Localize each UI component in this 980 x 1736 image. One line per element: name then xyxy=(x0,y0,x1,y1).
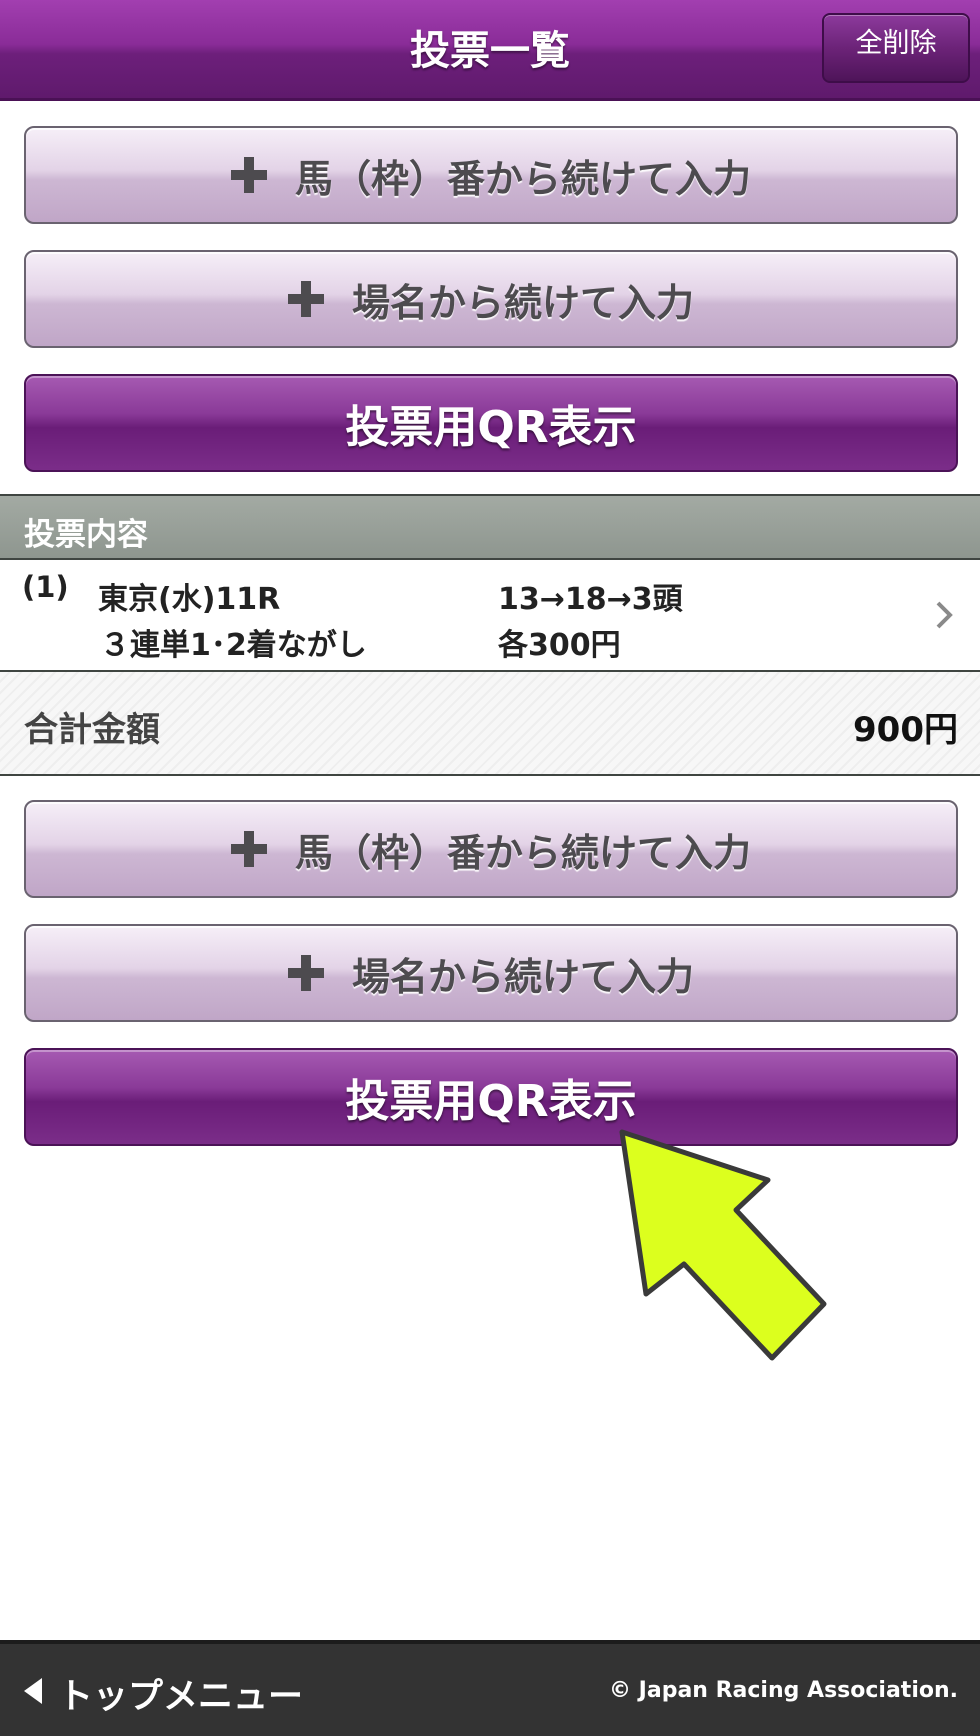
total-label: 合計金額 xyxy=(24,710,160,750)
pointer-arrow-icon xyxy=(619,1129,827,1361)
delete-all-button[interactable]: 全削除 xyxy=(822,13,970,83)
plus-icon xyxy=(230,157,267,193)
header-bar: 投票一覧 全削除 xyxy=(0,0,980,101)
top-menu-link[interactable]: トップメニュー xyxy=(58,1668,303,1719)
show-qr-button[interactable]: 投票用QR表示 xyxy=(24,374,958,472)
chevron-right-icon xyxy=(936,601,953,629)
bet-index: (1) xyxy=(22,570,69,604)
continue-by-number-label: 馬（枠）番から続けて入力 xyxy=(294,830,751,875)
bet-list-item[interactable]: (1) 東京(水)11R ３連単1･2着ながし 13→18→3頭 各300円 xyxy=(0,560,980,672)
continue-by-venue-button[interactable]: 場名から続けて入力 xyxy=(24,250,958,348)
bet-amount: 各300円 xyxy=(498,628,621,663)
continue-by-venue-button-bottom[interactable]: 場名から続けて入力 xyxy=(24,924,958,1022)
plus-icon xyxy=(287,955,324,991)
back-triangle-icon[interactable] xyxy=(22,1676,44,1706)
bet-horses: 13→18→3頭 xyxy=(498,582,683,617)
continue-by-number-button-bottom[interactable]: 馬（枠）番から続けて入力 xyxy=(24,800,958,898)
bet-contents-header: 投票内容 xyxy=(0,494,980,560)
copyright-text: © Japan Racing Association. xyxy=(609,1678,958,1703)
continue-by-number-label: 馬（枠）番から続けて入力 xyxy=(294,156,751,201)
continue-by-number-button[interactable]: 馬（枠）番から続けて入力 xyxy=(24,126,958,224)
footer-bar: トップメニュー © Japan Racing Association. xyxy=(0,1640,980,1736)
show-qr-label: 投票用QR表示 xyxy=(345,402,637,453)
plus-icon xyxy=(287,281,324,317)
continue-by-venue-label: 場名から続けて入力 xyxy=(351,280,694,325)
bet-race: 東京(水)11R xyxy=(98,582,281,617)
continue-by-venue-label: 場名から続けて入力 xyxy=(351,954,694,999)
total-row: 合計金額 900円 xyxy=(0,672,980,776)
show-qr-label: 投票用QR表示 xyxy=(345,1076,637,1127)
plus-icon xyxy=(230,831,267,867)
bet-type: ３連単1･2着ながし xyxy=(100,628,367,663)
total-value: 900円 xyxy=(853,710,958,750)
